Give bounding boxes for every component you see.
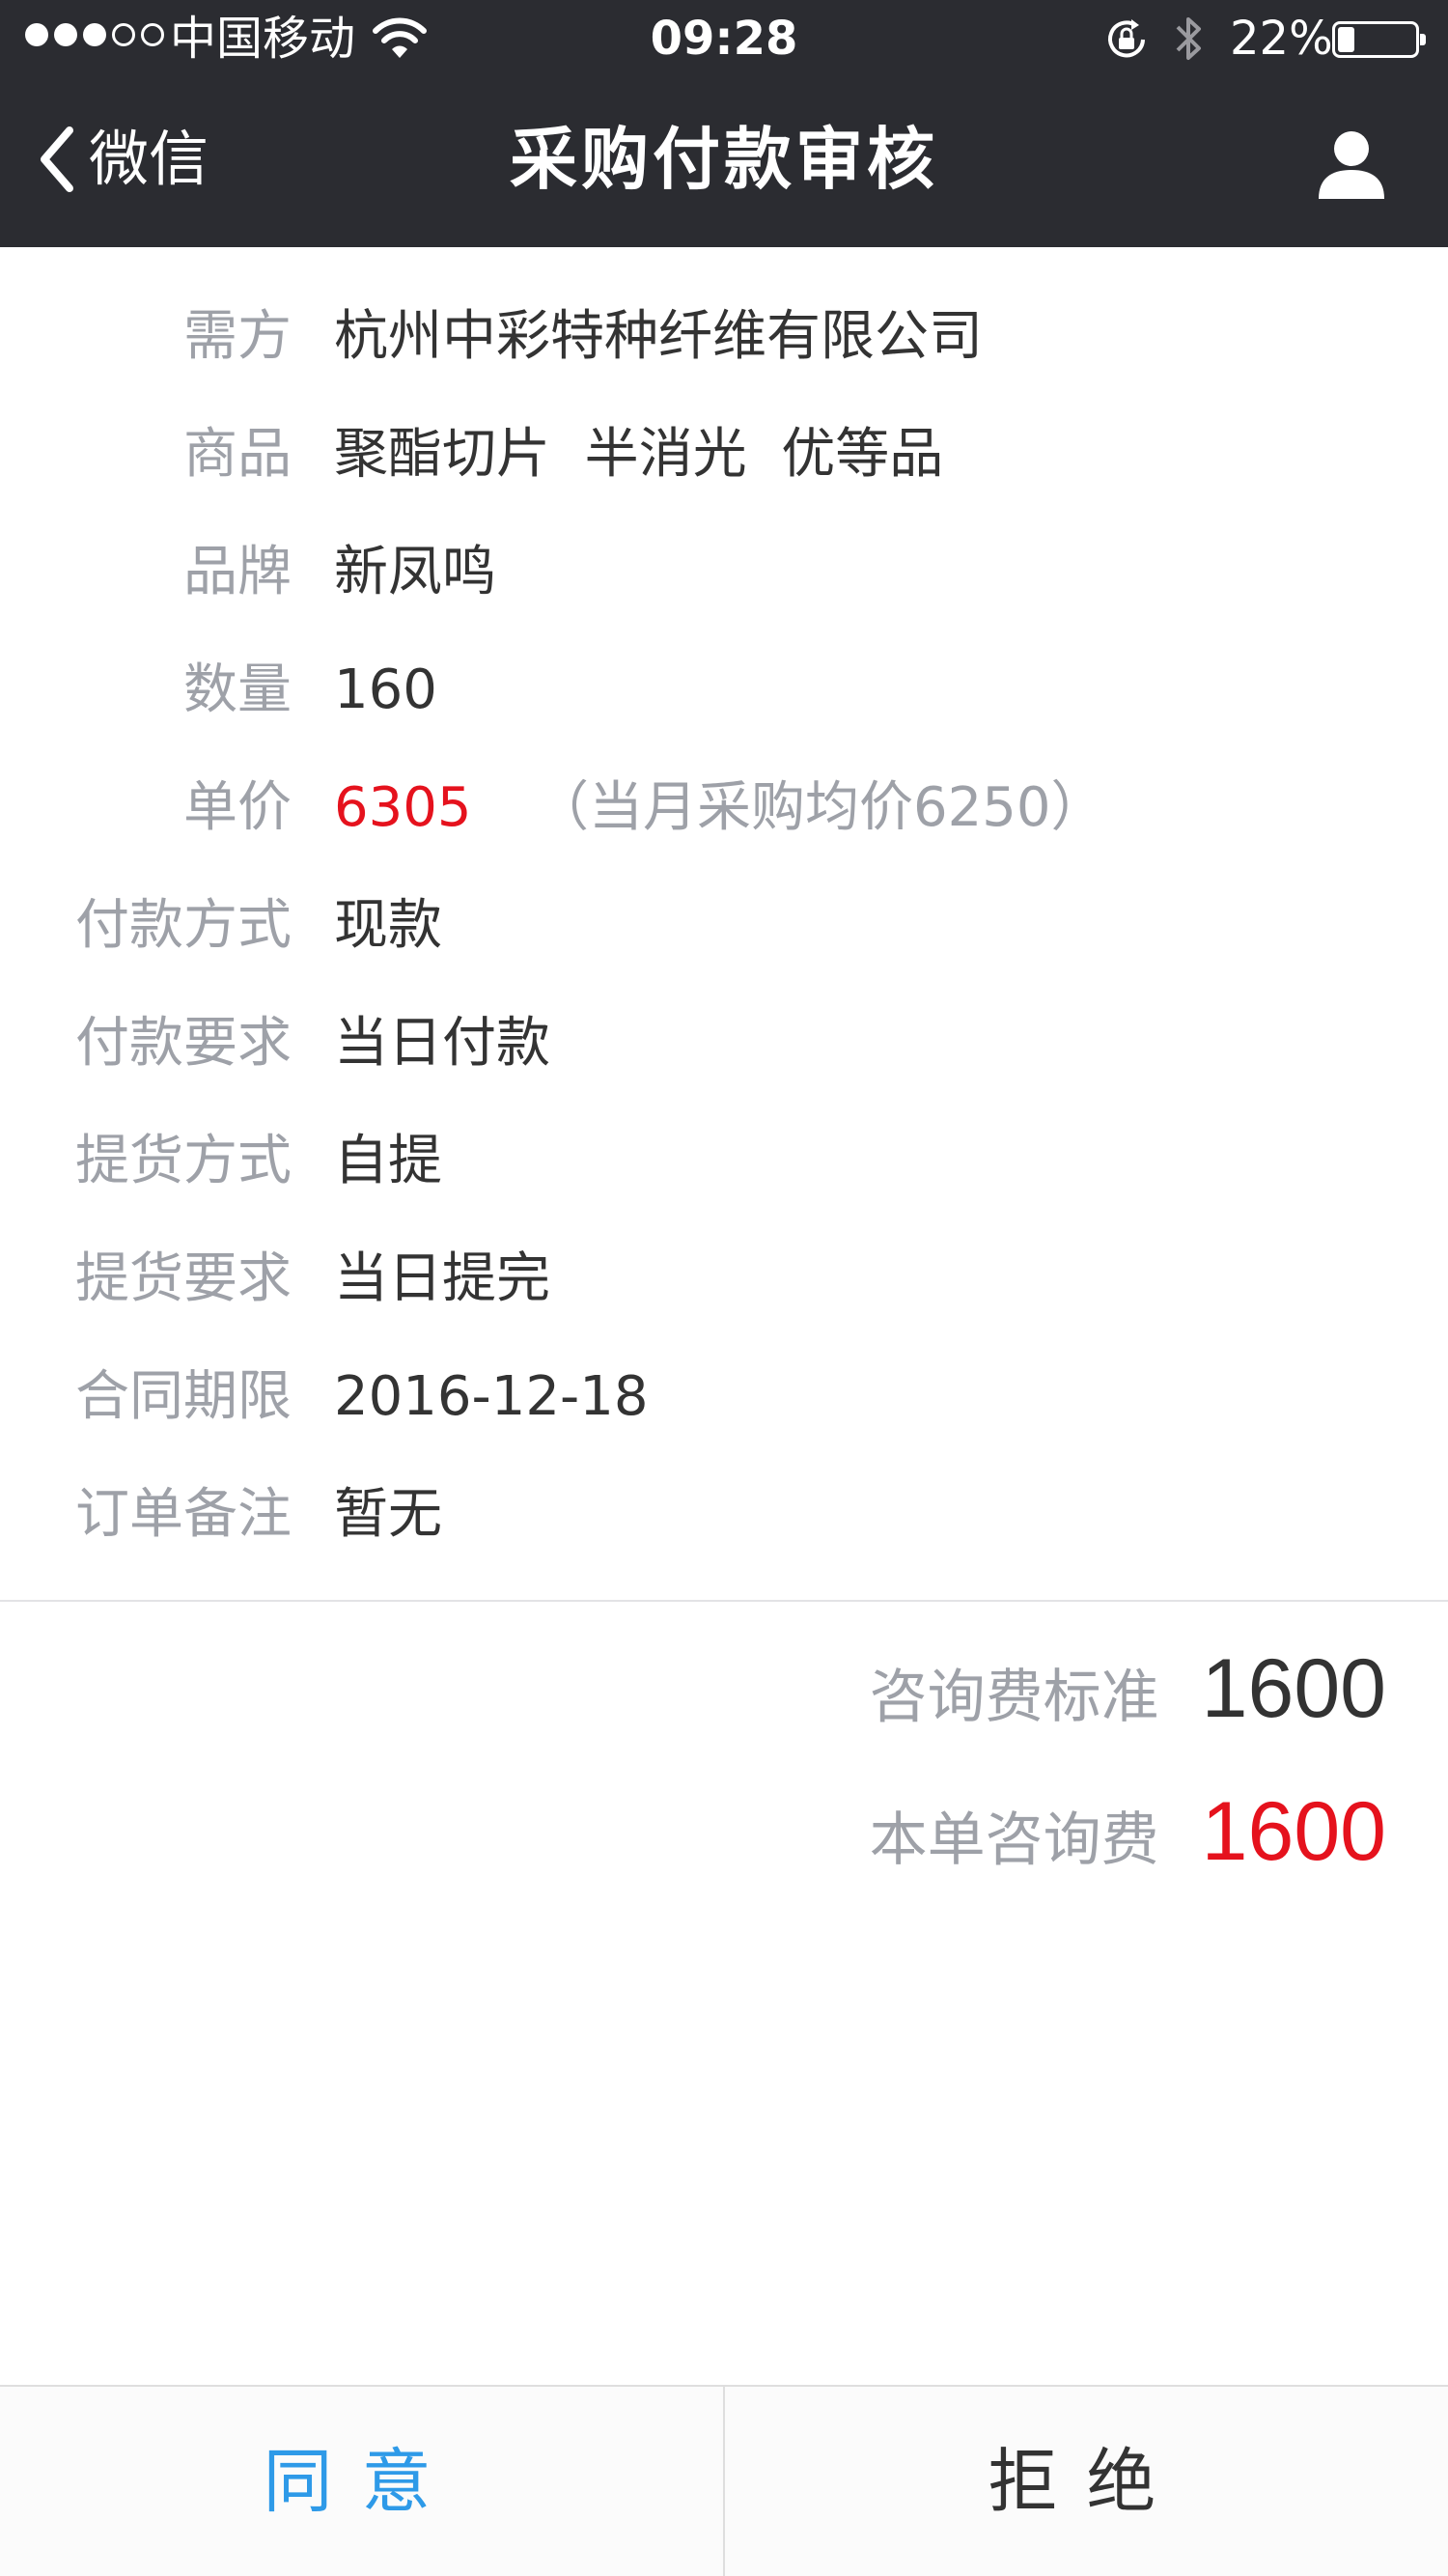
detail-row: 付款要求 当日付款: [0, 985, 1448, 1103]
profile-icon[interactable]: [1313, 126, 1390, 203]
detail-value: 2016-12-18: [334, 1365, 649, 1428]
app-screen: 中国移动 09:28 22% 微信 采购付款审核 需方 杭州中彩特种纤维有限公司…: [0, 0, 1448, 2576]
detail-label: 需方: [183, 305, 292, 368]
detail-value: 聚酯切片 半消光 优等品: [334, 423, 944, 486]
battery-level-fill: [1338, 27, 1354, 52]
detail-label: 订单备注: [75, 1483, 292, 1546]
detail-row: 提货方式 自提: [0, 1103, 1448, 1220]
detail-row: 需方 杭州中彩特种纤维有限公司: [0, 278, 1448, 396]
detail-label: 合同期限: [75, 1365, 292, 1428]
detail-label: 商品: [183, 423, 292, 486]
detail-value: 暂无: [334, 1483, 442, 1546]
battery-percent: 22%: [1230, 12, 1333, 66]
battery-icon: [1332, 21, 1426, 58]
detail-row: 数量 160: [0, 631, 1448, 749]
detail-value: 当日付款: [334, 1012, 550, 1075]
detail-label: 单价: [183, 776, 292, 839]
monthly-average-price-note: （当月采购均价6250）: [535, 776, 1105, 839]
fee-standard-label: 咨询费标准: [869, 1664, 1159, 1731]
detail-row: 合同期限 2016-12-18: [0, 1338, 1448, 1456]
detail-label: 数量: [183, 658, 292, 721]
status-bar: 中国移动 09:28 22%: [0, 0, 1448, 77]
detail-value: 自提: [334, 1130, 442, 1192]
detail-row: 品牌 新凤鸣: [0, 514, 1448, 631]
fee-order-value: 1600: [1201, 1785, 1386, 1878]
detail-value: 杭州中彩特种纤维有限公司: [334, 305, 983, 368]
bluetooth-icon: [1176, 17, 1201, 60]
detail-value: 现款: [334, 894, 442, 957]
detail-value: 当日提完: [334, 1247, 550, 1310]
detail-label: 提货方式: [75, 1130, 292, 1192]
detail-row: 商品 聚酯切片 半消光 优等品: [0, 396, 1448, 514]
page-title: 采购付款审核: [510, 120, 938, 199]
action-bar: 同意 拒绝: [0, 2385, 1448, 2576]
detail-row: 提货要求 当日提完: [0, 1220, 1448, 1338]
fee-standard-value: 1600: [1201, 1642, 1386, 1735]
reject-button[interactable]: 拒绝: [725, 2387, 1448, 2576]
rotation-lock-icon: [1108, 19, 1145, 58]
detail-label: 品牌: [183, 541, 292, 603]
detail-value: 160: [334, 658, 437, 721]
detail-label: 付款要求: [75, 1012, 292, 1075]
detail-label: 提货要求: [75, 1247, 292, 1310]
agree-button[interactable]: 同意: [0, 2387, 723, 2576]
fee-order-label: 本单咨询费: [869, 1806, 1159, 1874]
detail-row: 单价 6305 （当月采购均价6250）: [0, 749, 1448, 867]
detail-value: 新凤鸣: [334, 541, 496, 603]
detail-row: 付款方式 现款: [0, 867, 1448, 985]
fee-order-row: 本单咨询费 1600: [870, 1784, 1386, 1910]
detail-label: 付款方式: [75, 894, 292, 957]
unit-price-value: 6305: [334, 776, 472, 839]
top-bar: 中国移动 09:28 22% 微信 采购付款审核: [0, 0, 1448, 247]
detail-row: 订单备注 暂无: [0, 1456, 1448, 1574]
section-divider: [0, 1600, 1448, 1602]
navigation-bar: 微信 采购付款审核: [0, 77, 1448, 247]
fee-standard-row: 咨询费标准 1600: [870, 1641, 1386, 1767]
order-details: 需方 杭州中彩特种纤维有限公司 商品 聚酯切片 半消光 优等品 品牌 新凤鸣 数量 160 单价…: [0, 247, 1448, 1599]
